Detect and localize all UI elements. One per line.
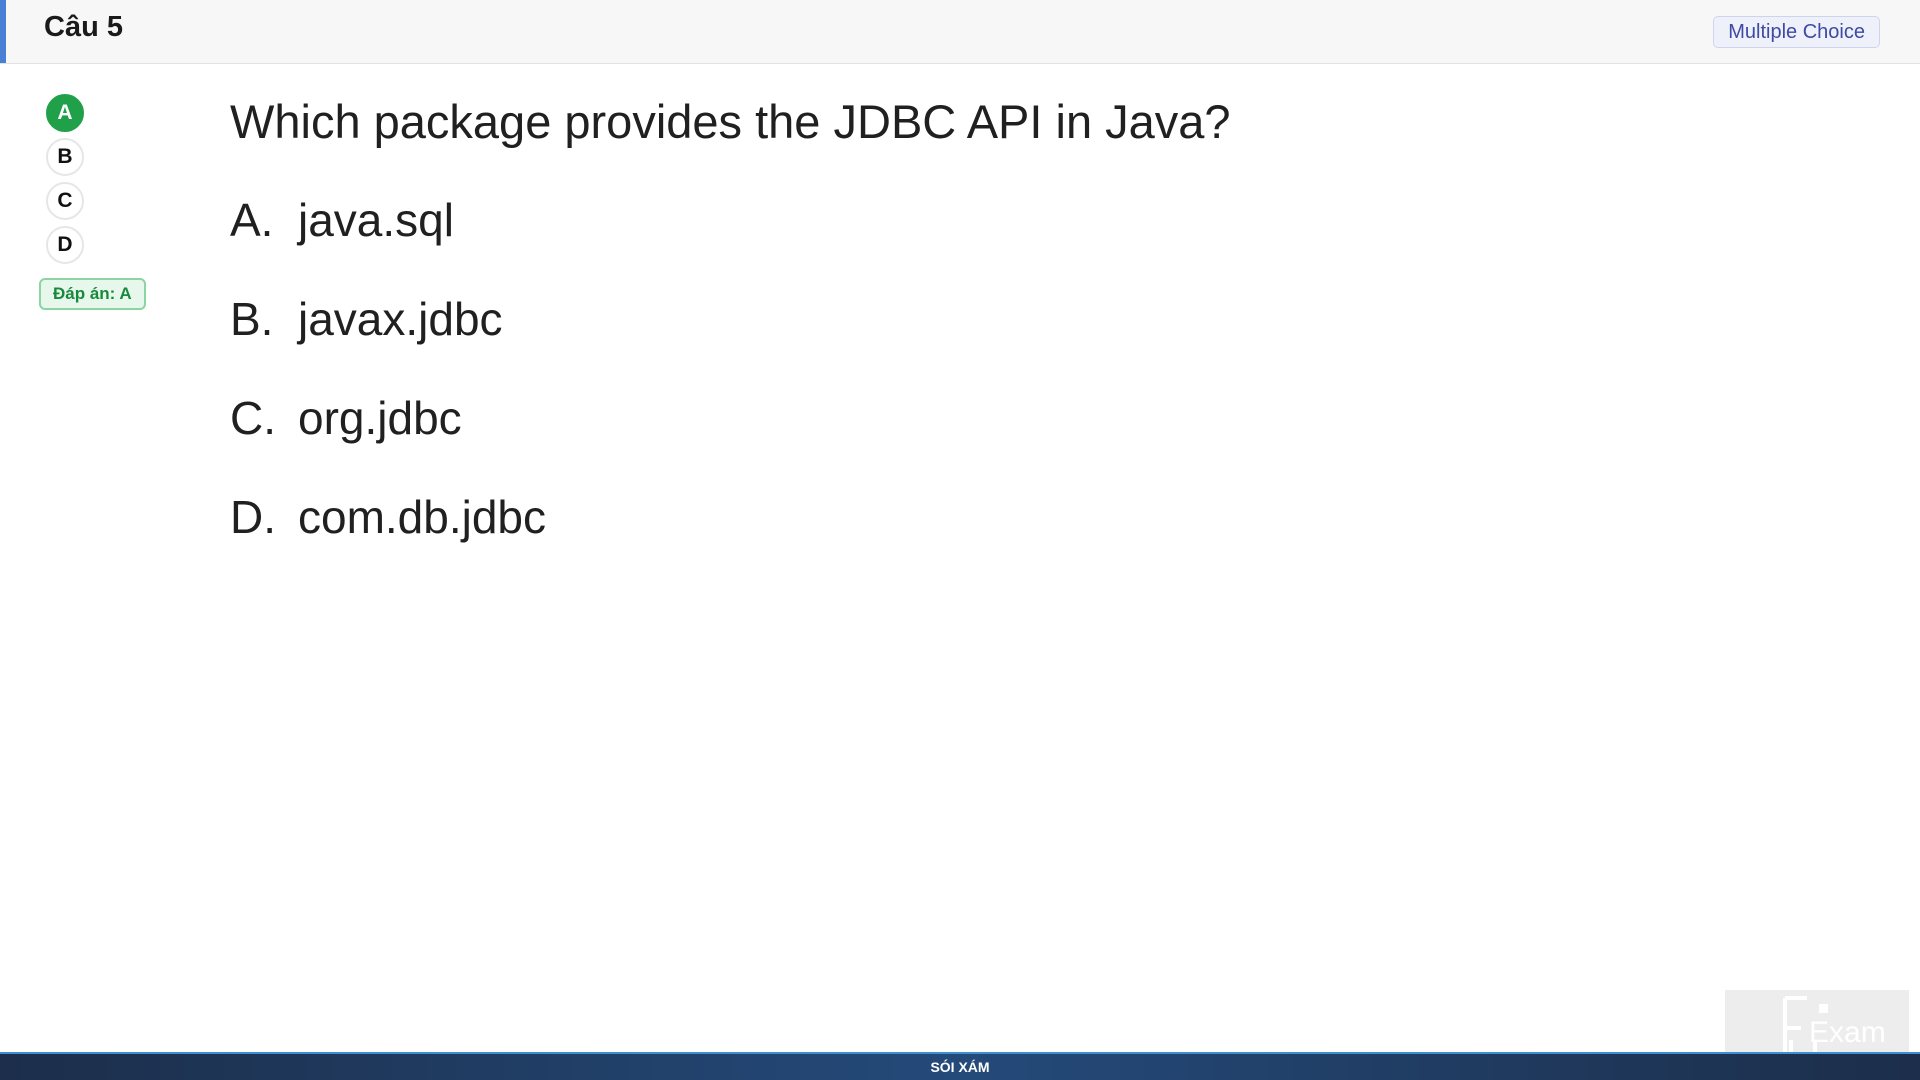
answer-text: java.sql [298,194,454,246]
answer-letter: C. [230,392,276,444]
correct-answer-badge: Đáp án: A [39,278,146,310]
logo-text: Exam [1809,1016,1886,1049]
answer-letter: A. [230,194,274,246]
answer-text: com.db.jdbc [298,491,547,543]
question-type-badge: Multiple Choice [1713,16,1880,48]
answer-letter: D. [230,491,276,543]
question-content: Which package provides the JDBC API in J… [230,94,1231,543]
answer-options-nav: A B C D [46,94,86,270]
option-c-button[interactable]: C [46,182,84,220]
answer-choice-b: B. javax.jdbc [230,291,503,347]
header-accent-bar [0,0,6,63]
answer-choice-c: C. org.jdbc [230,390,462,446]
option-a-button[interactable]: A [46,94,84,132]
question-number-title: Câu 5 [44,11,123,43]
answer-text: javax.jdbc [298,293,503,345]
answer-choice-a: A. java.sql [230,192,454,248]
answer-text: org.jdbc [298,392,462,444]
question-header: Câu 5 Multiple Choice [0,0,1920,64]
option-d-button[interactable]: D [46,226,84,264]
question-text: Which package provides the JDBC API in J… [230,95,1231,148]
footer-bar: SÓI XÁM [0,1052,1920,1080]
answer-choice-d: D. com.db.jdbc [230,489,546,545]
option-b-button[interactable]: B [46,138,84,176]
answer-letter: B. [230,293,274,345]
